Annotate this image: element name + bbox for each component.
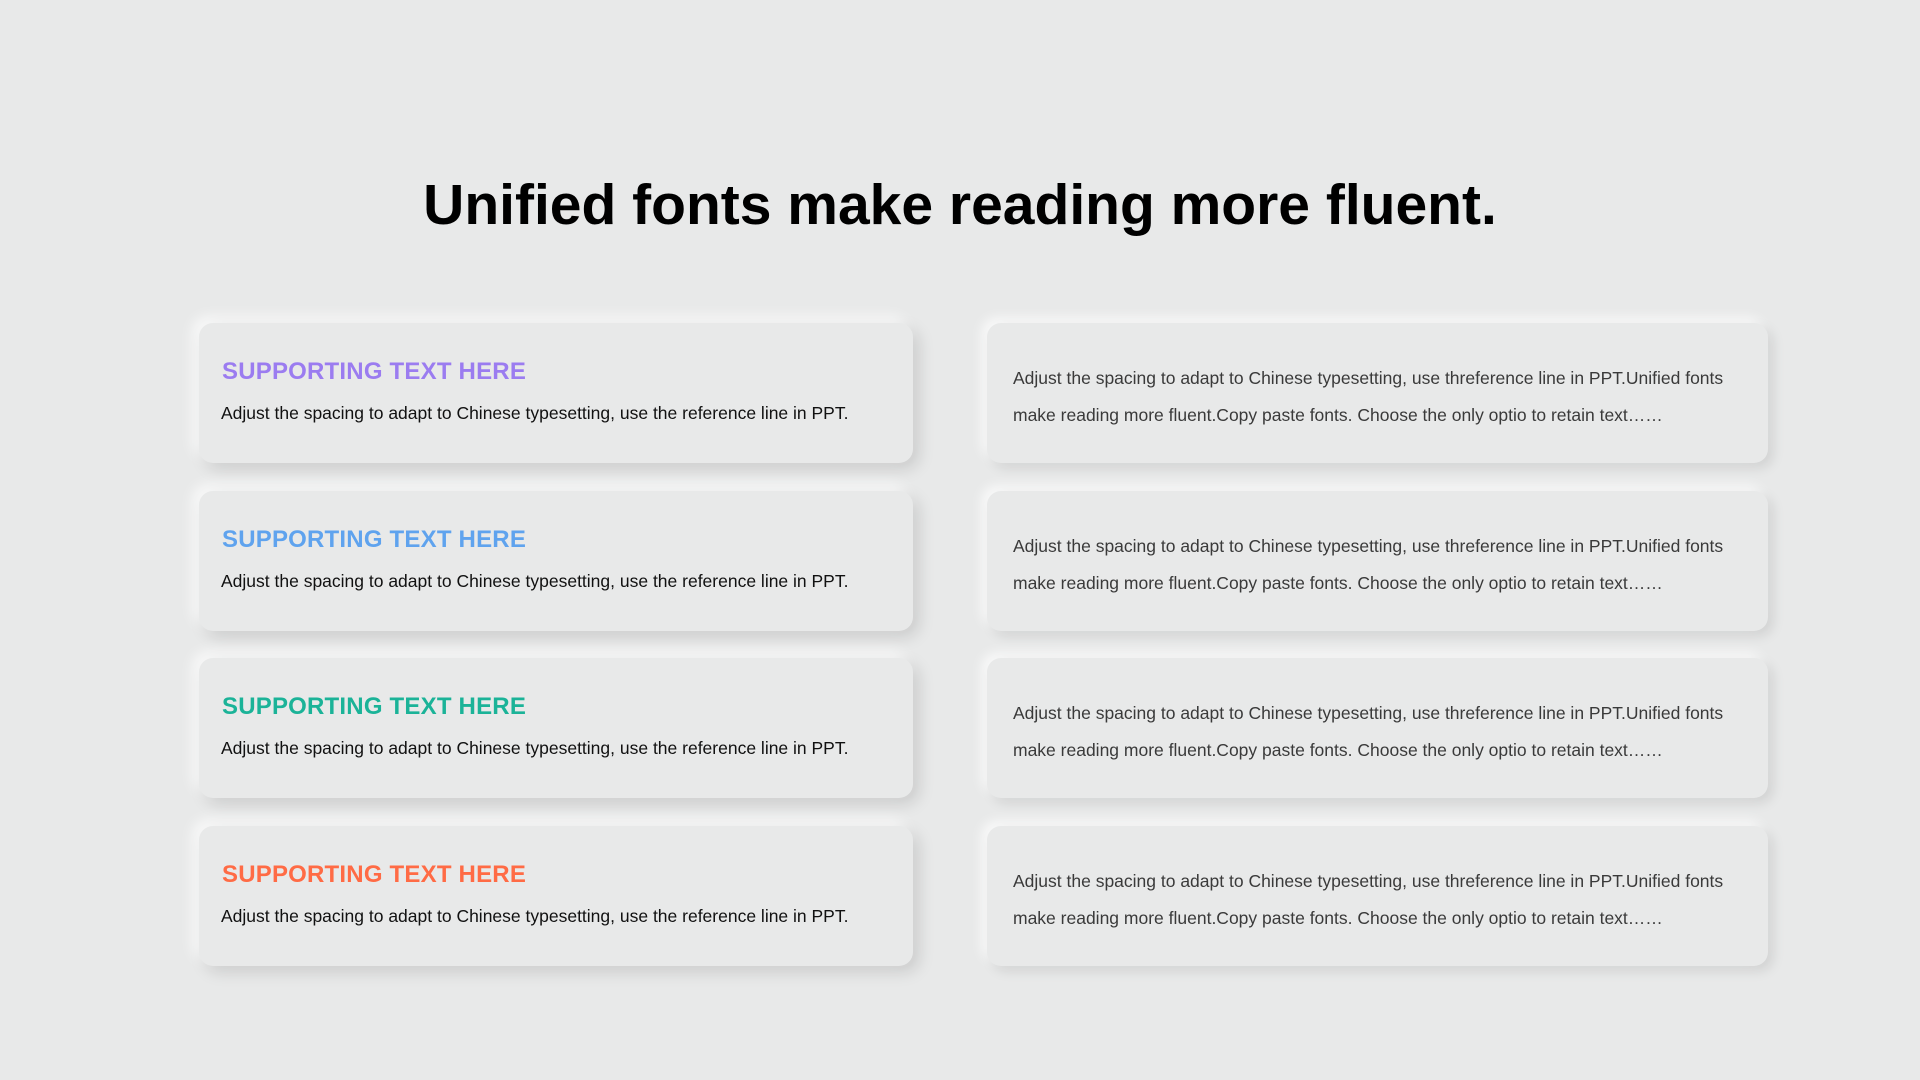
supporting-card-1: SUPPORTING TEXT HERE Adjust the spacing …	[199, 323, 913, 463]
supporting-heading: SUPPORTING TEXT HERE	[222, 358, 527, 385]
description-text: Adjust the spacing to adapt to Chinese t…	[1013, 703, 1724, 760]
description-card-4: Adjust the spacing to adapt to Chinese t…	[987, 826, 1768, 966]
supporting-heading: SUPPORTING TEXT HERE	[222, 693, 527, 720]
supporting-body: Adjust the spacing to adapt to Chinese t…	[221, 738, 849, 758]
supporting-card-4: SUPPORTING TEXT HERE Adjust the spacing …	[199, 826, 913, 966]
supporting-body: Adjust the spacing to adapt to Chinese t…	[221, 906, 849, 926]
description-text: Adjust the spacing to adapt to Chinese t…	[1013, 536, 1724, 593]
page-title: Unified fonts make reading more fluent.	[423, 173, 1497, 237]
description-card-3: Adjust the spacing to adapt to Chinese t…	[987, 658, 1768, 798]
supporting-heading: SUPPORTING TEXT HERE	[222, 526, 527, 553]
description-card-1: Adjust the spacing to adapt to Chinese t…	[987, 323, 1768, 463]
description-card-2: Adjust the spacing to adapt to Chinese t…	[987, 491, 1768, 631]
supporting-card-2: SUPPORTING TEXT HERE Adjust the spacing …	[199, 491, 913, 631]
supporting-card-3: SUPPORTING TEXT HERE Adjust the spacing …	[199, 658, 913, 798]
supporting-body: Adjust the spacing to adapt to Chinese t…	[221, 571, 849, 591]
description-text: Adjust the spacing to adapt to Chinese t…	[1013, 871, 1724, 928]
supporting-heading: SUPPORTING TEXT HERE	[222, 861, 527, 888]
supporting-body: Adjust the spacing to adapt to Chinese t…	[221, 403, 849, 423]
description-text: Adjust the spacing to adapt to Chinese t…	[1013, 368, 1724, 425]
